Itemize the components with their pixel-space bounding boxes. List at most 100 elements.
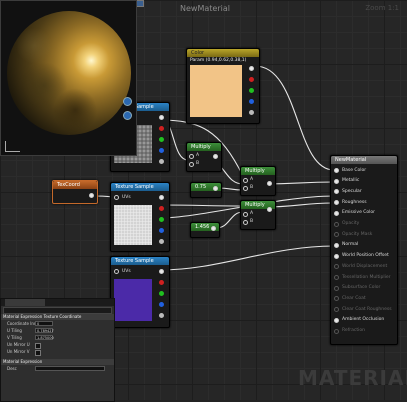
input-pin-uvs[interactable] — [114, 195, 119, 200]
color-parameter-node[interactable]: Color Param (0.94,0.62,0.38,1) — [186, 48, 260, 124]
output-pin-a[interactable] — [159, 159, 164, 164]
node-header: Color — [187, 49, 259, 57]
node-header: Texture Sample — [111, 183, 169, 191]
output-pin-a[interactable] — [159, 313, 164, 318]
output-pin-r[interactable] — [159, 280, 164, 285]
material-input-pin[interactable] — [334, 253, 339, 259]
unmirror-v-checkbox[interactable] — [35, 350, 41, 356]
material-input-label: Base Color — [342, 167, 367, 173]
node-header: NewMaterial — [331, 156, 397, 164]
details-search-input[interactable] — [3, 307, 112, 314]
input-label-b: B — [250, 185, 254, 190]
constant-node-1[interactable]: 0.75 — [190, 182, 222, 198]
row-label: Un Mirror V — [7, 349, 30, 354]
input-pin-uvs[interactable] — [114, 269, 119, 274]
constant-node-2[interactable]: 1.456 — [190, 222, 220, 238]
material-input-label: World Displacement — [342, 263, 388, 269]
output-pin-g[interactable] — [159, 291, 164, 296]
material-input-label: Roughness — [342, 199, 367, 205]
output-pin[interactable] — [213, 154, 218, 159]
input-label-b: B — [250, 219, 254, 224]
input-label-a: A — [196, 153, 200, 158]
row-label: U Tiling — [7, 328, 22, 333]
input-pin-b[interactable] — [243, 220, 248, 225]
material-input-pin[interactable] — [334, 168, 339, 173]
material-input-pin[interactable] — [334, 296, 339, 302]
coordinate-index-field[interactable]: 0 — [35, 321, 53, 326]
details-tab[interactable] — [5, 299, 45, 306]
input-pin-a[interactable] — [189, 154, 194, 159]
material-input-label: Ambient Occlusion — [342, 317, 385, 323]
material-output-node[interactable]: NewMaterial Base Color Metallic Specular Ro… — [330, 155, 398, 345]
material-input-pin[interactable] — [334, 232, 339, 238]
input-pin-b[interactable] — [189, 162, 194, 167]
material-input-label: Clear Coat — [342, 295, 366, 301]
material-input-pin[interactable] — [334, 210, 339, 216]
detail-row-desc[interactable]: Desc — [1, 366, 114, 372]
material-input-pin[interactable] — [334, 307, 339, 313]
output-pin-b[interactable] — [249, 99, 254, 104]
multiply-node-3[interactable]: Multiply A B — [240, 200, 276, 230]
output-pin-a[interactable] — [249, 110, 254, 115]
material-input-pin[interactable] — [334, 242, 339, 248]
output-pin-g[interactable] — [249, 88, 254, 93]
material-input-label: Metallic — [342, 178, 360, 184]
texture-sample-node-3[interactable]: Texture Sample UVs — [110, 256, 170, 328]
detail-row-unmirror-u[interactable]: Un Mirror U — [1, 342, 114, 349]
preview-viewport[interactable] — [0, 0, 137, 156]
texture-sample-node-2[interactable]: Texture Sample UVs — [110, 182, 170, 252]
output-pin-r[interactable] — [159, 206, 164, 211]
output-pin-g[interactable] — [159, 217, 164, 222]
material-input-pin[interactable] — [334, 178, 339, 184]
output-pin-r[interactable] — [249, 77, 254, 82]
viewport-axes-gizmo — [5, 141, 20, 152]
section-texture-coordinate[interactable]: Material Expression Texture Coordinate — [1, 314, 114, 320]
detail-row-v-tiling[interactable]: V Tiling 1.875000 — [1, 335, 114, 341]
output-pin-rgb[interactable] — [249, 66, 254, 71]
detail-row-u-tiling[interactable]: U Tiling 0.789427 — [1, 328, 114, 334]
output-pin[interactable] — [213, 186, 218, 191]
output-pin[interactable] — [211, 226, 216, 231]
wire-const2-to-multiply3 — [215, 211, 244, 229]
material-input-pin[interactable] — [334, 189, 339, 195]
output-pin-b[interactable] — [159, 148, 164, 153]
material-watermark: MATERIAL — [298, 366, 407, 390]
multiply-node-1[interactable]: Multiply A B — [186, 142, 222, 172]
material-input-pin[interactable] — [334, 275, 339, 280]
v-tiling-field[interactable]: 1.875000 — [35, 335, 54, 340]
node-header: TexCoord — [53, 181, 97, 189]
row-label: Desc — [7, 366, 17, 371]
section-material-expression[interactable]: Material Expression — [1, 359, 114, 365]
material-input-label: Opacity — [342, 221, 360, 226]
input-pin-b[interactable] — [243, 186, 248, 191]
viewport-toolbar-button[interactable] — [123, 111, 132, 120]
output-pin-g[interactable] — [159, 137, 164, 142]
output-pin-rgb[interactable] — [159, 195, 164, 200]
material-input-pin[interactable] — [334, 200, 339, 206]
material-input-pin[interactable] — [334, 221, 339, 227]
input-pin-a[interactable] — [243, 212, 248, 217]
material-input-pin[interactable] — [334, 328, 339, 334]
output-pin[interactable] — [89, 193, 94, 198]
input-pin-a[interactable] — [243, 178, 248, 183]
material-input-pin[interactable] — [334, 264, 339, 270]
multiply-node-2[interactable]: Multiply A B — [240, 166, 276, 196]
u-tiling-field[interactable]: 0.789427 — [35, 328, 54, 333]
viewport-toolbar-button[interactable] — [123, 97, 132, 106]
detail-row-coordinate-index[interactable]: Coordinate Index 0 — [1, 321, 114, 327]
output-pin-b[interactable] — [159, 302, 164, 307]
material-input-pin[interactable] — [334, 317, 339, 323]
desc-field[interactable] — [35, 366, 105, 371]
material-input-pin[interactable] — [334, 285, 339, 291]
output-pin[interactable] — [267, 181, 272, 186]
input-label-b: B — [196, 161, 200, 166]
preview-sphere — [7, 11, 131, 135]
output-pin-r[interactable] — [159, 126, 164, 131]
output-pin-b[interactable] — [159, 228, 164, 233]
output-pin-a[interactable] — [159, 239, 164, 244]
output-pin[interactable] — [267, 207, 272, 212]
detail-row-unmirror-v[interactable]: Un Mirror V — [1, 349, 114, 356]
output-pin-rgb[interactable] — [159, 115, 164, 120]
texcoord-node[interactable]: TexCoord — [52, 180, 98, 204]
output-pin-rgb[interactable] — [159, 269, 164, 274]
